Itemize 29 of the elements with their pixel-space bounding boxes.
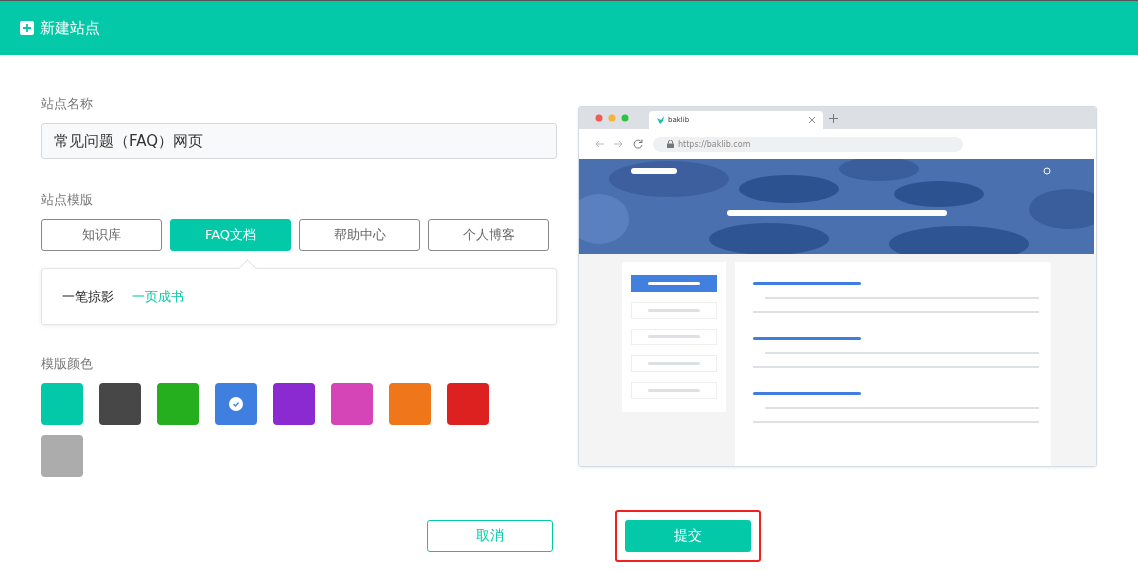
style-option[interactable]: 一笔掠影: [62, 287, 114, 306]
url-text: https://baklib.com: [678, 139, 751, 149]
field-label: 站点模版: [41, 191, 94, 209]
color-swatch[interactable]: [41, 435, 83, 477]
field-label: 站点名称: [41, 95, 94, 113]
plus-icon: [829, 113, 838, 123]
color-swatch[interactable]: [157, 383, 199, 425]
color-swatch[interactable]: [273, 383, 315, 425]
forward-arrow-icon: [614, 140, 623, 148]
color-swatch[interactable]: [389, 383, 431, 425]
template-tab[interactable]: 帮助中心: [299, 219, 420, 251]
color-swatch[interactable]: [447, 383, 489, 425]
field-label: 模版颜色: [41, 355, 94, 373]
bird-icon: [657, 116, 665, 124]
template-tab[interactable]: 知识库: [41, 219, 162, 251]
back-arrow-icon: [595, 140, 604, 148]
lock-icon: [667, 140, 674, 148]
window-controls-icon: [595, 114, 629, 122]
plus-icon: [20, 21, 34, 35]
reload-icon: [633, 139, 643, 149]
template-tab[interactable]: 个人博客: [428, 219, 549, 251]
check-icon: [229, 397, 243, 411]
close-icon: [809, 117, 815, 123]
site-name-field[interactable]: 常见问题（FAQ）网页: [41, 123, 557, 159]
color-swatch[interactable]: [41, 383, 83, 425]
dialog-title: 新建站点: [40, 18, 100, 38]
color-swatch[interactable]: [215, 383, 257, 425]
color-swatch[interactable]: [99, 383, 141, 425]
color-swatch[interactable]: [331, 383, 373, 425]
